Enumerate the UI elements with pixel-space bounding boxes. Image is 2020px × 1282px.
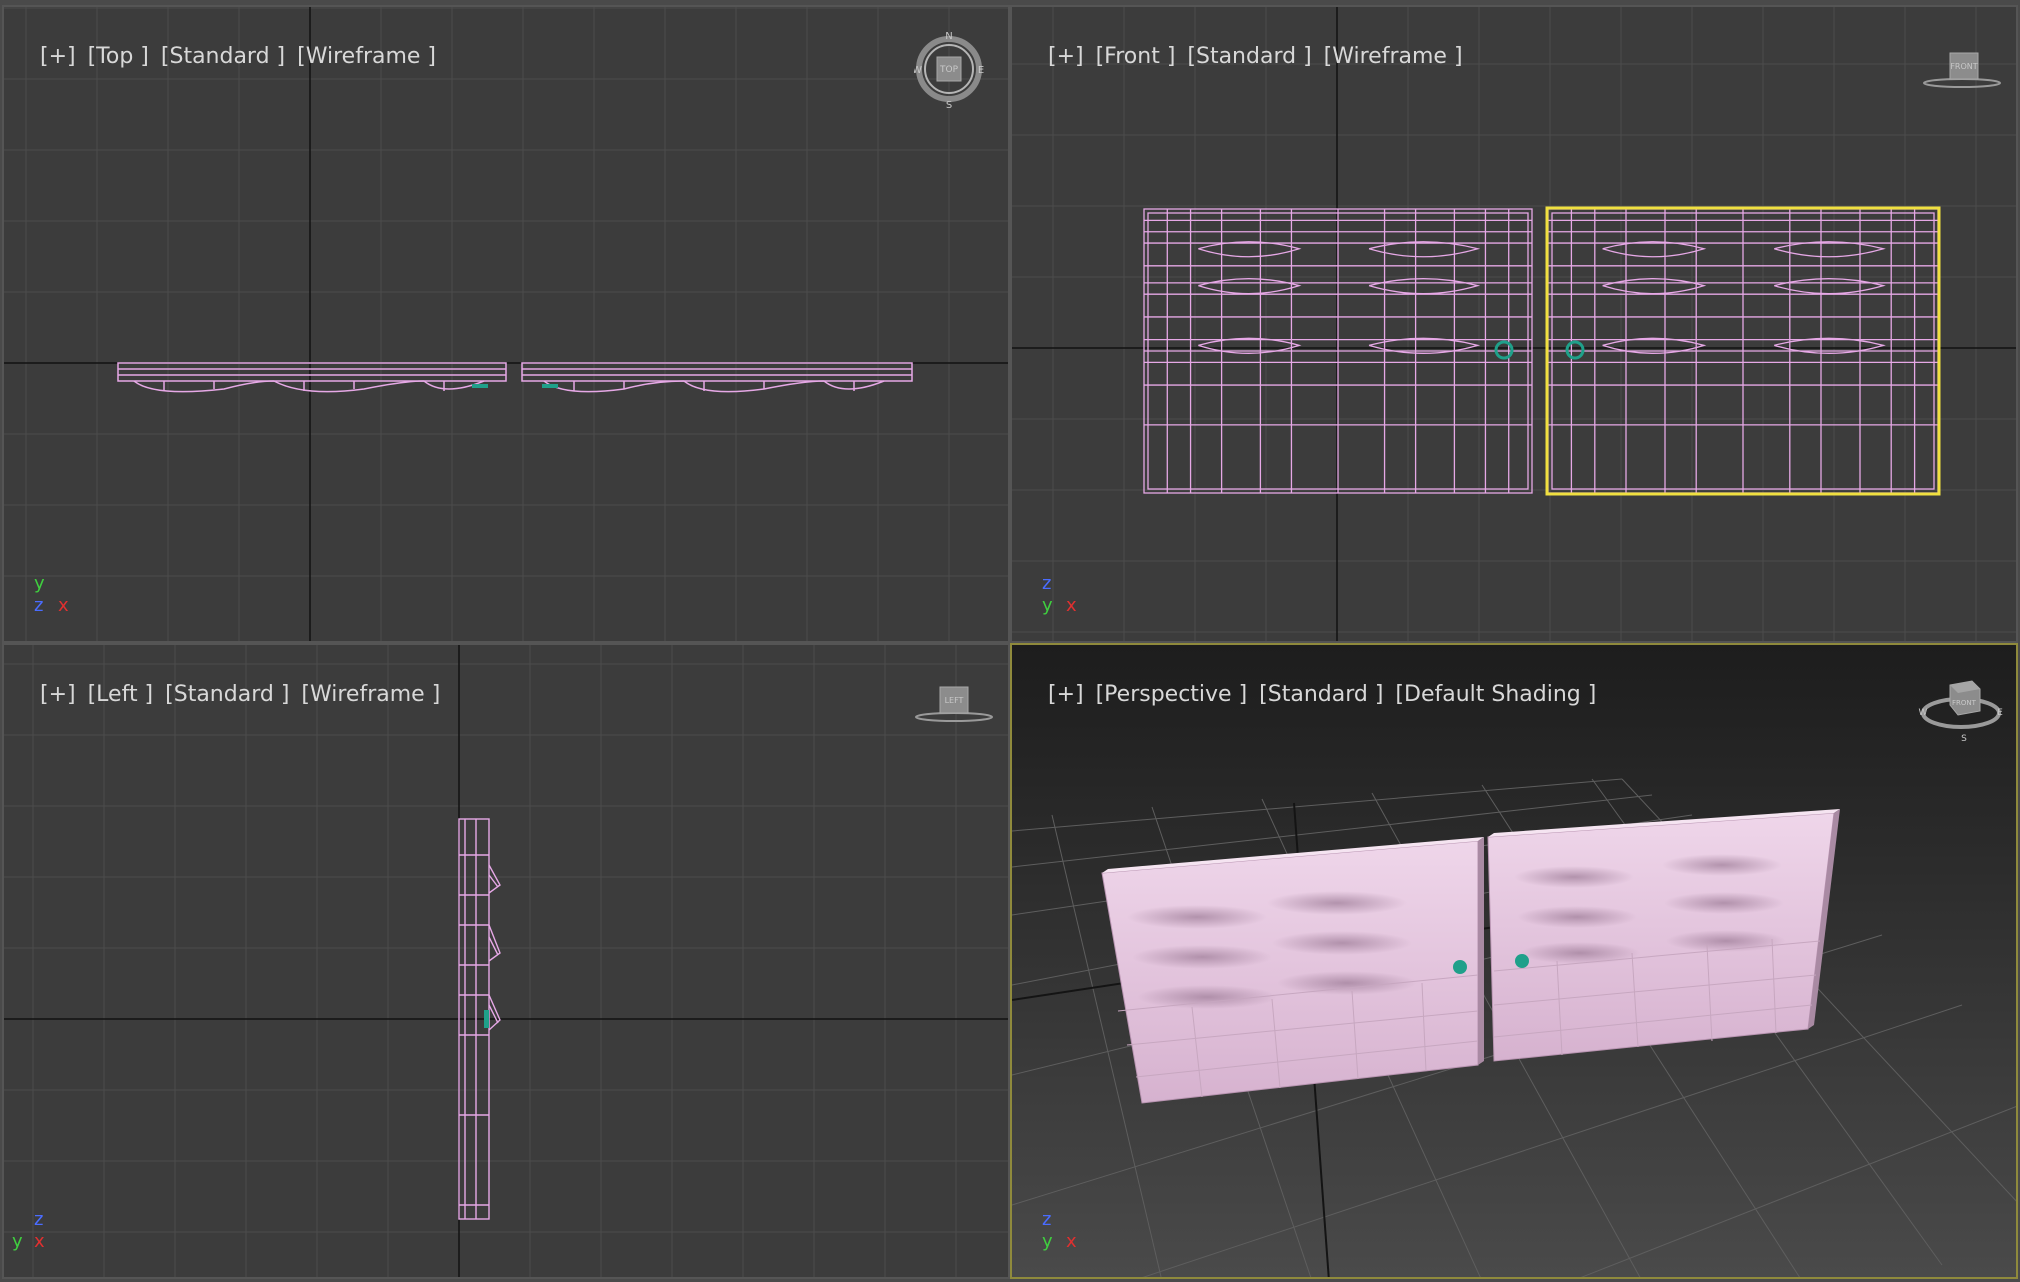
svg-text:TOP: TOP [939,65,959,75]
view-type-menu[interactable]: [Front ] [1096,44,1176,69]
viewport-menu-plus[interactable]: [+] [40,44,76,69]
viewcube-perspective-icon: FRONT S E W [1919,680,2003,744]
shading-mode-menu[interactable]: [Wireframe ] [297,44,436,69]
axis-label-depth: y [1042,1231,1053,1252]
axis-label-depth: y [1042,595,1053,616]
viewcube[interactable]: FRONT S E W [1918,675,2004,745]
wall-panel-side-wire [458,818,501,1220]
svg-text:E: E [1997,708,2003,718]
svg-text:S: S [946,100,952,109]
svg-text:W: W [1919,708,1928,718]
wireframe-objects [458,818,501,1220]
view-preset-menu[interactable]: [Standard ] [161,44,285,69]
wire-edge [1368,278,1481,295]
viewport-left[interactable]: [+] [Left ] [Standard ] [Wireframe ] LEF… [2,643,1010,1279]
svg-text:N: N [945,31,952,42]
pivot-marker [1515,954,1529,968]
pivot-marker [1453,960,1467,974]
wall-panel-left-wire [117,362,507,393]
view-type-menu[interactable]: [Left ] [88,682,154,707]
view-type-menu[interactable]: [Top ] [88,44,149,69]
viewport-front-label: [+] [Front ] [Standard ] [Wireframe ] [1020,19,1475,94]
axis-label-right: x [1066,1231,1077,1252]
view-type-menu[interactable]: [Perspective ] [1096,682,1248,707]
viewcube-left-icon: LEFT [915,686,993,722]
wire-edge [1602,241,1707,258]
view-preset-menu[interactable]: [Standard ] [1187,44,1311,69]
pivot-marker [1494,340,1514,360]
axis-label-right: x [1066,595,1077,616]
view-preset-menu[interactable]: [Standard ] [165,682,289,707]
axis-tripod: z y x [1038,573,1088,623]
viewport-menu-plus[interactable]: [+] [1048,682,1084,707]
wall-panel-right-wire [521,362,913,393]
axis-label-right: x [58,595,69,616]
wall-panel-left-wire [1143,208,1533,494]
axis-label-depth: y [12,1231,23,1252]
compass-ring-icon: TOP N S E W [914,31,984,109]
axis-tripod: z y x [1038,1209,1088,1259]
viewport-top[interactable]: [+] [Top ] [Standard ] [Wireframe ] TOP [2,5,1010,643]
axis-label-right: x [34,1231,45,1252]
wireframe-objects [1143,206,1941,496]
axis-label-up: z [34,1209,44,1230]
wall-panel-right-shaded [1487,809,1840,1062]
svg-text:S: S [1961,734,1967,744]
axis-label-up: z [1042,573,1052,594]
viewport-top-label: [+] [Top ] [Standard ] [Wireframe ] [12,19,448,94]
viewport-front[interactable]: [+] [Front ] [Standard ] [Wireframe ] FRONT… [1010,5,2018,643]
pivot-marker [472,384,488,388]
svg-text:LEFT: LEFT [945,696,964,705]
wire-edge [1602,278,1707,295]
viewport-left-label: [+] [Left ] [Standard ] [Wireframe ] [12,657,452,732]
axis-tripod: y z x [30,573,80,623]
shading-mode-menu[interactable]: [Wireframe ] [1324,44,1463,69]
viewport-menu-plus[interactable]: [+] [40,682,76,707]
pivot-marker [542,384,558,388]
axis-label-up: z [1042,1209,1052,1230]
svg-text:FRONT: FRONT [1950,62,1977,71]
wall-panel-left-shaded [1101,837,1484,1104]
viewcube[interactable]: FRONT [1922,47,2002,95]
svg-text:FRONT: FRONT [1952,699,1977,707]
viewcube[interactable]: TOP N S E W [914,29,984,109]
shaded-objects [1101,809,1840,1104]
axis-tripod: z y x [12,1209,62,1259]
view-preset-menu[interactable]: [Standard ] [1259,682,1383,707]
pivot-marker [484,1010,489,1028]
wire-edge [1368,241,1481,258]
viewcube-front-icon: FRONT [1923,52,2001,88]
wire-edge [1774,241,1886,258]
wire-edge [1774,278,1886,295]
svg-text:W: W [914,65,922,76]
pivot-marker [1565,340,1585,360]
shading-mode-menu[interactable]: [Wireframe ] [301,682,440,707]
wireframe-objects [117,362,913,393]
viewport-menu-plus[interactable]: [+] [1048,44,1084,69]
wire-edge [1198,278,1302,295]
viewport-perspective[interactable]: [+] [Perspective ] [Standard ] [Default Sha… [1010,643,2018,1279]
wall-panel-right-wire [1547,208,1939,494]
shading-mode-menu[interactable]: [Default Shading ] [1395,682,1596,707]
axis-label-depth: z [34,595,44,616]
axis-label-up: y [34,573,45,594]
viewcube[interactable]: LEFT [914,681,994,729]
svg-text:E: E [978,65,984,76]
wire-edge [1198,241,1302,258]
viewport-perspective-label: [+] [Perspective ] [Standard ] [Default Sha… [1020,657,1608,732]
